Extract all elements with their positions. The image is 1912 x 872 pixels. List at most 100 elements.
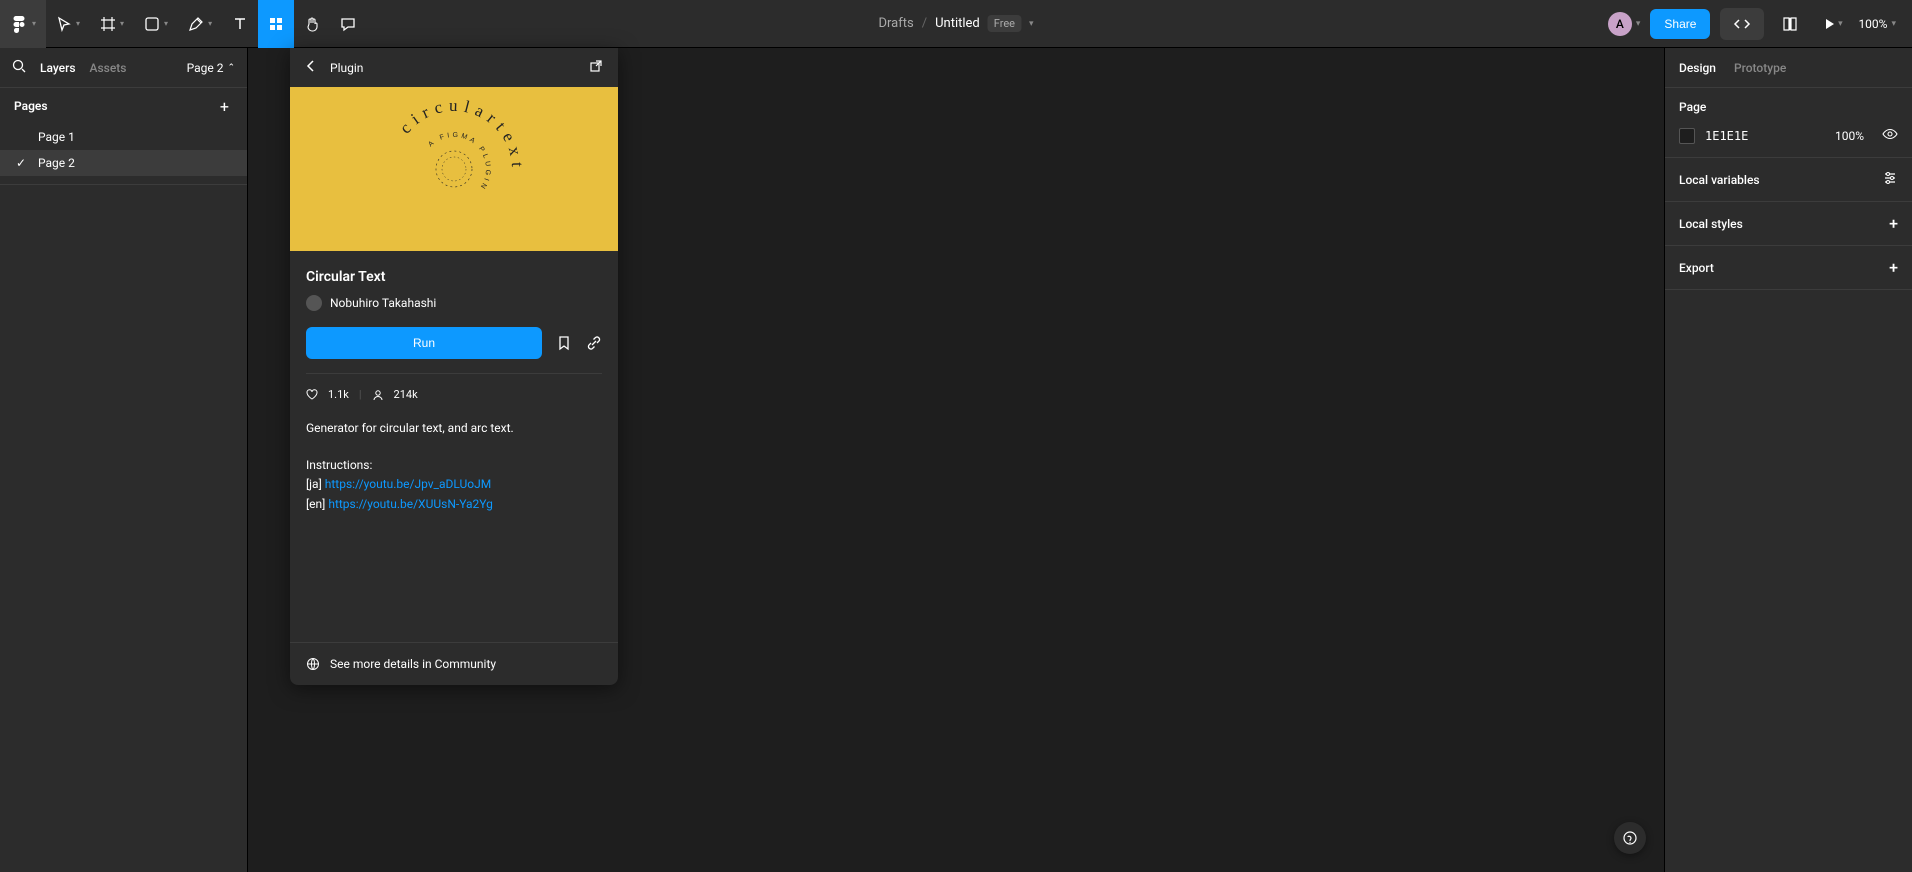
- sliders-icon: [1882, 170, 1898, 186]
- ja-link[interactable]: https://youtu.be/Jpv_aDLUoJM: [325, 477, 492, 491]
- toolbar-right: A ▾ Share ▾ 100% ▾: [1608, 0, 1912, 47]
- left-panel-tabs: Layers Assets Page 2 ⌃: [0, 48, 247, 88]
- dev-mode-toggle[interactable]: [1720, 8, 1764, 40]
- library-button[interactable]: [1774, 8, 1806, 40]
- author-avatar: [306, 295, 322, 311]
- plan-badge: Free: [988, 15, 1021, 32]
- page-item-label: Page 1: [38, 130, 75, 144]
- search-button[interactable]: [12, 59, 26, 76]
- globe-icon: [306, 657, 320, 671]
- popout-icon: [588, 58, 604, 74]
- ja-prefix: [ja]: [306, 477, 325, 491]
- chevron-down-icon[interactable]: ▾: [1029, 19, 1034, 29]
- uses-count: 214k: [394, 388, 418, 401]
- instructions-label: Instructions:: [306, 458, 372, 472]
- add-style-button[interactable]: +: [1889, 214, 1898, 233]
- share-button[interactable]: Share: [1650, 9, 1710, 39]
- plugin-footer: See more details in Community: [290, 642, 618, 685]
- link-icon: [586, 335, 602, 351]
- help-button[interactable]: [1614, 822, 1646, 854]
- visibility-toggle[interactable]: [1882, 126, 1898, 145]
- add-page-button[interactable]: +: [216, 95, 233, 118]
- book-icon: [1781, 15, 1799, 33]
- local-variables-title: Local variables: [1679, 173, 1760, 187]
- hand-icon: [304, 16, 320, 32]
- tab-prototype[interactable]: Prototype: [1734, 61, 1786, 75]
- pages-list: Page 1 ✓ Page 2: [0, 124, 247, 176]
- local-variables-section: Local variables: [1665, 158, 1912, 202]
- figma-logo-icon: [10, 15, 28, 33]
- chevron-down-icon: ▾: [1838, 19, 1843, 29]
- user-icon: [372, 389, 384, 401]
- shape-tool-button[interactable]: ▾: [134, 0, 178, 48]
- variables-settings-button[interactable]: [1882, 170, 1898, 189]
- file-name[interactable]: Untitled: [935, 16, 980, 31]
- page-item[interactable]: ✓ Page 2: [0, 150, 247, 176]
- chevron-down-icon: ▾: [76, 19, 80, 28]
- back-button[interactable]: [304, 59, 318, 76]
- tab-layers[interactable]: Layers: [40, 61, 76, 75]
- page-selector[interactable]: Page 2 ⌃: [187, 61, 235, 75]
- layers-section: [0, 184, 247, 185]
- add-export-button[interactable]: +: [1889, 258, 1898, 277]
- local-styles-section: Local styles +: [1665, 202, 1912, 246]
- pen-icon: [188, 16, 204, 32]
- page-item-label: Page 2: [38, 156, 75, 170]
- stats-row: 1.1k | 214k: [306, 388, 602, 401]
- export-section: Export +: [1665, 246, 1912, 290]
- run-button[interactable]: Run: [306, 327, 542, 359]
- page-section-title: Page: [1679, 100, 1898, 114]
- save-plugin-button[interactable]: [556, 335, 572, 351]
- text-tool-button[interactable]: [222, 0, 258, 48]
- page-selector-label: Page 2: [187, 61, 224, 75]
- tab-assets[interactable]: Assets: [90, 61, 127, 75]
- play-icon: [1822, 17, 1836, 31]
- chevron-up-icon: ⌃: [227, 63, 235, 73]
- pen-tool-button[interactable]: ▾: [178, 0, 222, 48]
- copy-link-button[interactable]: [586, 335, 602, 351]
- popout-button[interactable]: [588, 58, 604, 77]
- frame-tool-button[interactable]: ▾: [90, 0, 134, 48]
- breadcrumb: Drafts / Untitled Free ▾: [878, 15, 1033, 32]
- divider: [306, 373, 602, 374]
- check-icon: ✓: [16, 156, 26, 170]
- main-menu-button[interactable]: ▾: [0, 0, 46, 48]
- present-button[interactable]: ▾: [1816, 8, 1848, 40]
- chevron-left-icon: [304, 59, 318, 73]
- opacity-input[interactable]: 100%: [1835, 129, 1864, 143]
- chevron-down-icon[interactable]: ▾: [1636, 19, 1641, 29]
- comment-tool-button[interactable]: [330, 0, 366, 48]
- color-swatch[interactable]: [1679, 128, 1695, 144]
- en-link[interactable]: https://youtu.be/XUUsN-Ya2Yg: [328, 497, 492, 511]
- tab-design[interactable]: Design: [1679, 61, 1716, 75]
- page-item[interactable]: Page 1: [0, 124, 247, 150]
- svg-text:A FIGMA PLUGIN: A FIGMA PLUGIN: [427, 132, 491, 192]
- hand-tool-button[interactable]: [294, 0, 330, 48]
- chevron-down-icon: ▾: [1891, 19, 1896, 29]
- cursor-icon: [56, 16, 72, 32]
- drafts-link[interactable]: Drafts: [878, 16, 913, 31]
- move-tool-button[interactable]: ▾: [46, 0, 90, 48]
- run-row: Run: [306, 327, 602, 359]
- local-styles-title: Local styles: [1679, 217, 1743, 231]
- community-link[interactable]: See more details in Community: [306, 657, 602, 671]
- zoom-value: 100%: [1858, 17, 1887, 31]
- bookmark-icon: [556, 335, 572, 351]
- zoom-control[interactable]: 100% ▾: [1858, 17, 1896, 31]
- resources-tool-button[interactable]: [258, 0, 294, 48]
- chevron-down-icon: ▾: [208, 19, 212, 28]
- frame-icon: [100, 16, 116, 32]
- author-row[interactable]: Nobuhiro Takahashi: [306, 295, 602, 311]
- canvas[interactable]: Plugin circulartext A FIGMA PLUGIN: [248, 48, 1664, 872]
- likes-count: 1.1k: [328, 388, 349, 401]
- help-icon: [1623, 831, 1637, 845]
- plugin-panel-title: Plugin: [330, 61, 363, 75]
- code-icon: [1732, 17, 1752, 31]
- circular-text-preview: circulartext A FIGMA PLUGIN: [379, 94, 529, 244]
- plugin-panel: Plugin circulartext A FIGMA PLUGIN: [290, 48, 618, 685]
- avatar[interactable]: A: [1608, 12, 1632, 36]
- resources-icon: [268, 16, 284, 32]
- left-panel: Layers Assets Page 2 ⌃ Pages + Page 1 ✓ …: [0, 48, 248, 872]
- hex-input[interactable]: 1E1E1E: [1705, 129, 1748, 143]
- svg-text:circulartext: circulartext: [396, 96, 527, 173]
